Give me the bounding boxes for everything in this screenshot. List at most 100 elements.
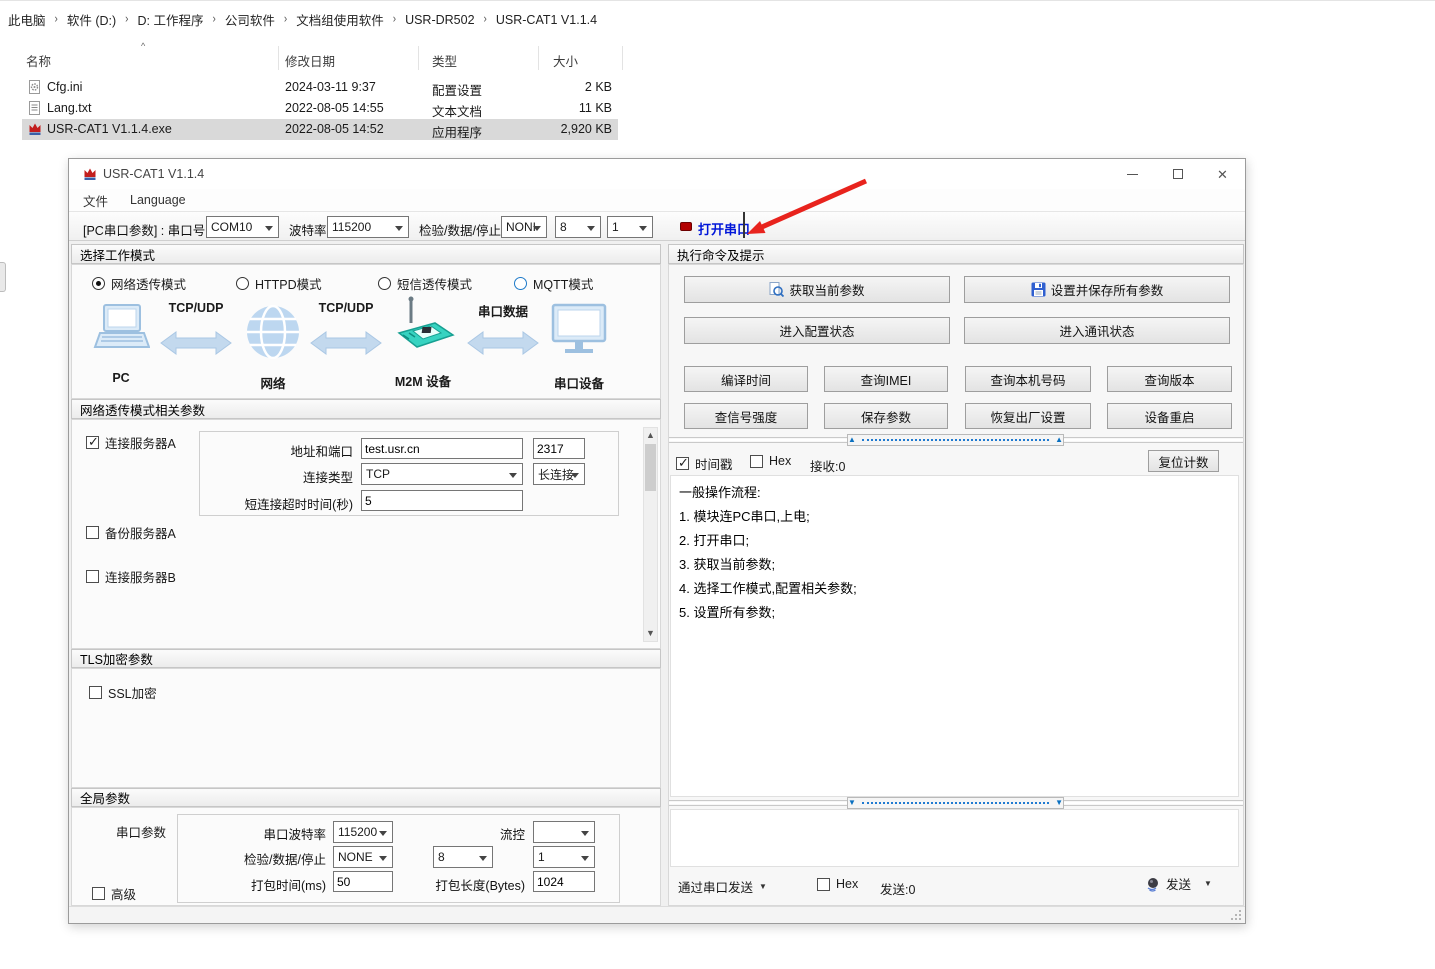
scrollbar-thumb[interactable]: [645, 444, 656, 491]
connection-type-label: 连接类型: [200, 467, 353, 486]
column-header-size[interactable]: 大小: [553, 51, 578, 70]
double-arrow-icon: [160, 331, 232, 355]
stop-bits-select[interactable]: 1: [607, 216, 653, 238]
query-imei-button[interactable]: 查询IMEI: [824, 366, 948, 392]
file-type: 应用程序: [432, 122, 482, 141]
checkbox-icon: [817, 878, 830, 891]
breadcrumb-work-programs[interactable]: D: 工作程序: [138, 10, 204, 29]
maximize-button[interactable]: [1155, 159, 1200, 189]
send-splitter[interactable]: ▼ ▼: [847, 797, 1064, 809]
close-button[interactable]: ✕: [1200, 159, 1245, 189]
serial-parity-select[interactable]: NONE: [333, 846, 393, 868]
log-line: 5. 设置所有参数;: [679, 601, 1230, 625]
checkbox-timestamp[interactable]: 时间戳: [676, 454, 733, 473]
log-line: 1. 模块连PC串口,上电;: [679, 505, 1230, 529]
chevron-down-icon: ▼: [1204, 879, 1212, 888]
radio-mqtt-mode[interactable]: MQTT模式: [514, 274, 593, 293]
file-size: 2 KB: [540, 80, 612, 94]
log-splitter[interactable]: ▲ ▲: [847, 434, 1064, 446]
send-input-area[interactable]: [670, 809, 1239, 867]
breadcrumb-company-software[interactable]: 公司软件: [225, 10, 275, 29]
button-label: 保存参数: [861, 407, 911, 426]
checkbox-label: Hex: [836, 877, 858, 891]
radio-selected-icon: [92, 277, 105, 290]
scroll-up-icon[interactable]: ▲: [644, 428, 657, 443]
checkbox-advanced[interactable]: 高级: [92, 884, 136, 903]
m2m-device-icon: [387, 295, 459, 359]
serial-params-panel: 串口波特率 115200 流控 检验/数据/停止 NONE 8 1 打包时间(m…: [177, 814, 620, 903]
enter-comm-state-button[interactable]: 进入通讯状态: [964, 317, 1230, 344]
pc-serial-params-label: [PC串口参数] : 串口号: [83, 220, 205, 239]
file-row-usr-cat1-exe[interactable]: USR-CAT1 V1.1.4.exe 2022-08-05 14:52 应用程…: [22, 119, 618, 140]
breadcrumb-this-pc[interactable]: 此电脑: [8, 10, 46, 29]
com-port-select[interactable]: COM10: [206, 216, 279, 238]
connection-type-select[interactable]: TCP: [361, 463, 523, 485]
checkbox-recv-hex[interactable]: Hex: [750, 454, 791, 468]
breadcrumb-usr-cat1[interactable]: USR-CAT1 V1.1.4: [496, 13, 597, 27]
parity-select[interactable]: NONI: [501, 216, 547, 238]
file-name: USR-CAT1 V1.1.4.exe: [47, 122, 172, 136]
checkbox-label: 备份服务器A: [105, 523, 176, 542]
query-version-button[interactable]: 查询版本: [1107, 366, 1232, 392]
set-save-all-params-button[interactable]: 设置并保存所有参数: [964, 276, 1230, 303]
column-header-name[interactable]: 名称: [26, 51, 51, 70]
file-row-cfg-ini[interactable]: Cfg.ini 2024-03-11 9:37 配置设置 2 KB: [22, 77, 618, 98]
node-label-network: 网络: [243, 373, 303, 392]
sort-ascending-icon[interactable]: ^: [141, 41, 145, 51]
radio-sms-transparent-mode[interactable]: 短信透传模式: [378, 274, 472, 293]
checkbox-ssl[interactable]: SSL加密: [89, 683, 157, 702]
text-file-icon: [28, 101, 42, 115]
radio-net-transparent-mode[interactable]: 网络透传模式: [92, 274, 186, 293]
menu-file[interactable]: 文件: [83, 191, 108, 210]
checkbox-label: 连接服务器A: [105, 433, 176, 452]
save-params-button[interactable]: 保存参数: [824, 403, 948, 429]
send-button[interactable]: 发送 ▼: [1145, 874, 1212, 893]
file-row-lang-txt[interactable]: Lang.txt 2022-08-05 14:55 文本文档 11 KB: [22, 98, 618, 119]
query-local-number-button[interactable]: 查询本机号码: [965, 366, 1091, 392]
checkbox-connect-server-a[interactable]: 连接服务器A: [86, 433, 176, 452]
send-via-serial-dropdown[interactable]: 通过串口发送 ▼: [678, 877, 767, 896]
reset-counter-button[interactable]: 复位计数: [1148, 450, 1219, 472]
checkbox-connect-server-b[interactable]: 连接服务器B: [86, 567, 176, 586]
compile-time-button[interactable]: 编译时间: [684, 366, 808, 392]
query-signal-strength-button[interactable]: 查信号强度: [684, 403, 808, 429]
breadcrumb-drive-d[interactable]: 软件 (D:): [67, 10, 116, 29]
serial-stop-bits-select[interactable]: 1: [533, 846, 595, 868]
minimize-button[interactable]: [1110, 159, 1155, 189]
net-params-scrollbar[interactable]: ▲ ▼: [643, 427, 658, 642]
usr-app-icon: [28, 122, 42, 136]
commands-box: 获取当前参数 设置并保存所有参数 进入配置状态 进入通讯状态 编译时间 查询IM…: [668, 264, 1244, 906]
column-header-type[interactable]: 类型: [432, 51, 457, 70]
checkbox-label: Hex: [769, 454, 791, 468]
breadcrumb-usr-dr502[interactable]: USR-DR502: [405, 13, 474, 27]
global-params-header: 全局参数: [71, 788, 661, 807]
window-titlebar[interactable]: USR-CAT1 V1.1.4 ✕: [69, 159, 1245, 189]
checkbox-label: SSL加密: [108, 683, 157, 702]
checkbox-backup-server-a[interactable]: 备份服务器A: [86, 523, 176, 542]
radio-httpd-mode[interactable]: HTTPD模式: [236, 274, 322, 293]
server-address-input[interactable]: [361, 438, 523, 459]
serial-data-bits-select[interactable]: 8: [433, 846, 493, 868]
checkbox-send-hex[interactable]: Hex: [817, 877, 858, 891]
resize-grip-icon[interactable]: [1230, 909, 1242, 921]
server-a-panel: 地址和端口 连接类型 TCP 长连接 短连接超时时间(秒): [199, 431, 619, 516]
pack-length-input[interactable]: [533, 871, 595, 892]
scroll-down-icon[interactable]: ▼: [644, 626, 657, 641]
data-bits-select[interactable]: 8: [555, 216, 601, 238]
checkbox-label: 连接服务器B: [105, 567, 176, 586]
menu-language[interactable]: Language: [130, 193, 186, 207]
baud-rate-select[interactable]: 115200: [327, 216, 409, 238]
breadcrumb-doc-group-software[interactable]: 文档组使用软件: [296, 10, 384, 29]
keepalive-select[interactable]: 长连接: [533, 463, 585, 485]
log-output-area[interactable]: 一般操作流程: 1. 模块连PC串口,上电; 2. 打开串口; 3. 获取当前参…: [670, 475, 1239, 797]
server-port-input[interactable]: [533, 438, 585, 459]
get-params-button[interactable]: 获取当前参数: [684, 276, 950, 303]
short-timeout-input[interactable]: [361, 490, 523, 511]
port-status-icon: [680, 222, 692, 231]
enter-config-state-button[interactable]: 进入配置状态: [684, 317, 950, 344]
flow-control-select[interactable]: [533, 821, 595, 843]
column-header-date[interactable]: 修改日期: [285, 51, 335, 70]
factory-reset-button[interactable]: 恢复出厂设置: [965, 403, 1091, 429]
broadcast-icon: [1145, 876, 1161, 892]
device-restart-button[interactable]: 设备重启: [1107, 403, 1232, 429]
